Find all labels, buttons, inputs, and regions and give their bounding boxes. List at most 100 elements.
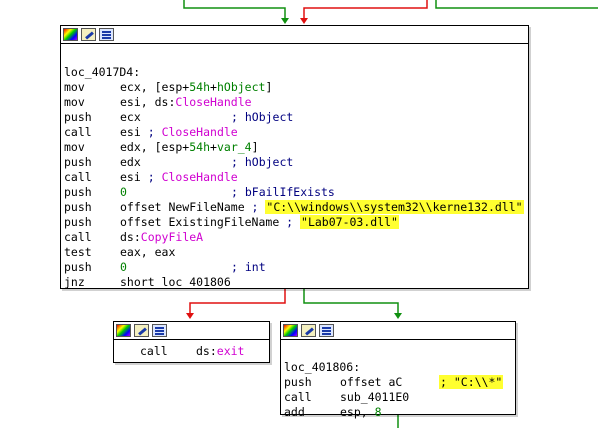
operand-text[interactable]: sub_4011E0 bbox=[340, 390, 409, 404]
edit-icon[interactable] bbox=[301, 324, 316, 337]
operands[interactable]: esi ; CloseHandle bbox=[120, 170, 238, 185]
asm-line[interactable]: test eax, eax bbox=[61, 245, 528, 260]
operands[interactable]: offset ExistingFileName ; "Lab07-03.dll" bbox=[120, 215, 399, 230]
import-ref[interactable]: CopyFileA bbox=[141, 230, 203, 244]
operands[interactable]: short loc_401806 bbox=[120, 275, 231, 290]
import-ref[interactable]: CloseHandle bbox=[162, 125, 238, 139]
operand-text[interactable]: offset NewFileName bbox=[120, 200, 245, 214]
mnemonic[interactable]: mov bbox=[64, 95, 85, 110]
operands[interactable]: ds:exit bbox=[196, 344, 244, 359]
mnemonic[interactable]: call bbox=[64, 230, 92, 245]
asm-line[interactable]: mov esi, ds:CloseHandle bbox=[61, 95, 528, 110]
operands[interactable]: offset NewFileName ; "C:\\windows\\syste… bbox=[120, 200, 524, 215]
number-literal[interactable]: 54h bbox=[189, 80, 210, 94]
mnemonic[interactable]: push bbox=[64, 215, 92, 230]
operands[interactable]: 0 bbox=[120, 185, 127, 200]
import-ref[interactable]: CloseHandle bbox=[162, 170, 238, 184]
operand-text[interactable]: offset aC bbox=[340, 375, 402, 389]
asm-line[interactable]: push edx ; hObject bbox=[61, 155, 528, 170]
number-literal[interactable]: 8 bbox=[375, 405, 382, 419]
asm-line[interactable]: push ecx ; hObject bbox=[61, 110, 528, 125]
number-literal[interactable]: 0 bbox=[120, 260, 127, 274]
variable-ref[interactable]: hObject bbox=[217, 80, 265, 94]
mnemonic[interactable]: push bbox=[284, 375, 312, 390]
mnemonic[interactable]: mov bbox=[64, 80, 85, 95]
variable-ref[interactable]: var_4 bbox=[217, 140, 252, 154]
operand-text[interactable]: ] bbox=[265, 80, 272, 94]
edit-icon[interactable] bbox=[134, 324, 149, 337]
operand-text[interactable]: edx bbox=[120, 155, 141, 169]
operand-text[interactable]: eax, eax bbox=[120, 245, 175, 259]
operands[interactable]: offset aC bbox=[340, 375, 402, 390]
operands[interactable]: esp, 8 bbox=[340, 405, 382, 420]
asm-line[interactable]: call ds:exit bbox=[114, 344, 269, 359]
operand-text[interactable]: ds: bbox=[196, 344, 217, 358]
edit-icon[interactable] bbox=[81, 28, 96, 41]
trailing-comment[interactable]: ; int bbox=[231, 260, 266, 275]
asm-line[interactable]: push offset aC ; "C:\\*" bbox=[281, 375, 515, 390]
mnemonic[interactable]: push bbox=[64, 185, 92, 200]
import-ref[interactable]: CloseHandle bbox=[175, 95, 251, 109]
asm-line[interactable]: mov ecx, [esp+54h+hObject] bbox=[61, 80, 528, 95]
operands[interactable]: esi, ds:CloseHandle bbox=[120, 95, 252, 110]
operands[interactable]: ds:CopyFileA bbox=[120, 230, 203, 245]
string-literal[interactable]: ; "C:\\*" bbox=[439, 375, 504, 389]
asm-line[interactable]: push offset ExistingFileName ; "Lab07-03.… bbox=[61, 215, 528, 230]
operand-text[interactable]: ] bbox=[252, 140, 259, 154]
operand-text[interactable]: edx, [esp+ bbox=[120, 140, 189, 154]
branch-code-block[interactable]: loc_401806: push offset aC ; "C:\\*" call su… bbox=[280, 321, 516, 419]
graph-icon[interactable] bbox=[99, 28, 114, 41]
asm-line[interactable]: push offset NewFileName ; "C:\\windows\\s… bbox=[61, 200, 528, 215]
operand-text[interactable]: offset ExistingFileName bbox=[120, 215, 279, 229]
color-icon[interactable] bbox=[116, 324, 131, 337]
import-ref[interactable]: exit bbox=[217, 344, 245, 358]
operands[interactable]: ecx bbox=[120, 110, 141, 125]
mnemonic[interactable]: push bbox=[64, 155, 92, 170]
mnemonic[interactable]: push bbox=[64, 200, 92, 215]
trailing-comment[interactable]: ; "C:\\*" bbox=[439, 375, 504, 390]
mnemonic[interactable]: call bbox=[64, 125, 92, 140]
mnemonic[interactable]: add bbox=[284, 405, 305, 420]
operands[interactable]: edx bbox=[120, 155, 141, 170]
operand-text[interactable]: esi bbox=[120, 125, 141, 139]
operand-text[interactable]: ecx bbox=[120, 110, 141, 124]
mnemonic[interactable]: push bbox=[64, 110, 92, 125]
operand-text[interactable]: + bbox=[210, 80, 217, 94]
asm-line[interactable]: call esi ; CloseHandle bbox=[61, 170, 528, 185]
operand-text[interactable]: esi, ds: bbox=[120, 95, 175, 109]
asm-line[interactable]: push 0 ; bFailIfExists bbox=[61, 185, 528, 200]
trailing-comment[interactable]: ; bFailIfExists bbox=[231, 185, 335, 200]
operands[interactable]: esi ; CloseHandle bbox=[120, 125, 238, 140]
operand-text[interactable]: + bbox=[210, 140, 217, 154]
exit-code-block[interactable]: call ds:exit bbox=[113, 321, 270, 363]
number-literal[interactable]: 0 bbox=[120, 185, 127, 199]
asm-line[interactable]: mov edx, [esp+54h+var_4] bbox=[61, 140, 528, 155]
graph-icon[interactable] bbox=[152, 324, 167, 337]
asm-line[interactable]: call esi ; CloseHandle bbox=[61, 125, 528, 140]
operands[interactable]: edx, [esp+54h+var_4] bbox=[120, 140, 259, 155]
string-literal[interactable]: "Lab07-03.dll" bbox=[300, 215, 399, 229]
operands[interactable]: eax, eax bbox=[120, 245, 175, 260]
mnemonic[interactable]: call bbox=[284, 390, 312, 405]
operand-text[interactable]: esi bbox=[120, 170, 141, 184]
mnemonic[interactable]: call bbox=[140, 344, 168, 359]
block-label[interactable]: loc_401806: bbox=[281, 360, 515, 375]
asm-line[interactable]: add esp, 8 bbox=[281, 405, 515, 420]
string-literal[interactable]: "C:\\windows\\system32\\kerne132.dll" bbox=[265, 200, 524, 214]
asm-line[interactable]: call sub_4011E0 bbox=[281, 390, 515, 405]
asm-line[interactable]: push 0 ; int bbox=[61, 260, 528, 275]
operand-text[interactable]: esp, bbox=[340, 405, 375, 419]
mnemonic[interactable]: call bbox=[64, 170, 92, 185]
asm-line[interactable]: jnz short loc_401806 bbox=[61, 275, 528, 290]
operands[interactable]: sub_4011E0 bbox=[340, 390, 409, 405]
asm-line[interactable]: call ds:CopyFileA bbox=[61, 230, 528, 245]
operands[interactable]: ecx, [esp+54h+hObject] bbox=[120, 80, 272, 95]
color-icon[interactable] bbox=[283, 324, 298, 337]
block-label[interactable]: loc_4017D4: bbox=[61, 65, 528, 80]
color-icon[interactable] bbox=[63, 28, 78, 41]
operand-text[interactable]: ecx, [esp+ bbox=[120, 80, 189, 94]
mnemonic[interactable]: mov bbox=[64, 140, 85, 155]
number-literal[interactable]: 54h bbox=[189, 140, 210, 154]
mnemonic[interactable]: push bbox=[64, 260, 92, 275]
operand-text[interactable]: ds: bbox=[120, 230, 141, 244]
